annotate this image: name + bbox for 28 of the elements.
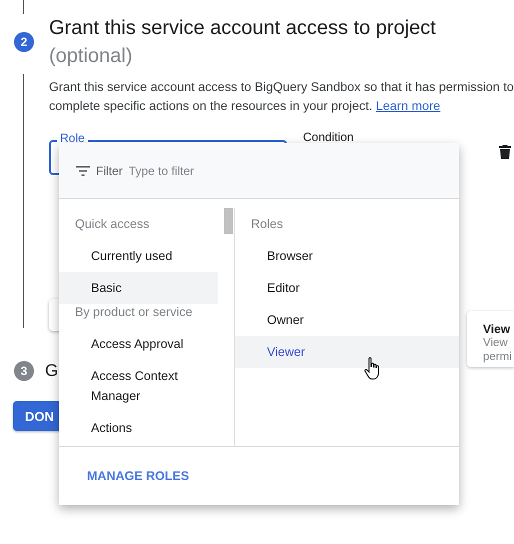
- step-number: 2: [14, 32, 34, 52]
- filter-input[interactable]: Type to filter: [128, 164, 329, 178]
- step-subtitle: (optional): [49, 44, 134, 69]
- role-item[interactable]: Viewer: [235, 336, 459, 368]
- role-item[interactable]: Owner: [235, 304, 459, 336]
- tooltip-title: View: [483, 322, 512, 336]
- step-title: G: [45, 360, 58, 382]
- role-item[interactable]: Browser: [235, 240, 459, 272]
- category-item[interactable]: Basic: [59, 272, 218, 304]
- step-title: Grant this service account access to project: [49, 16, 436, 41]
- tooltip-text: permi: [483, 350, 513, 364]
- category-item[interactable]: Access Approval: [59, 328, 218, 360]
- role-item[interactable]: Editor: [235, 272, 459, 304]
- description-text: Grant this service account access to BigQuery Sandbox so that it has permission to complete specific actions on the resources in your project. Learn more: [49, 79, 514, 115]
- category-item[interactable]: Currently used: [59, 240, 218, 272]
- delete-icon[interactable]: [499, 145, 511, 159]
- filter-label: Filter: [96, 164, 123, 178]
- filter-icon: [76, 166, 90, 176]
- group-heading: By product or service: [74, 304, 194, 320]
- tooltip-text: View: [483, 336, 509, 350]
- manage-roles-button[interactable]: MANAGE ROLES: [87, 469, 190, 483]
- condition-label: Condition: [303, 131, 354, 144]
- step-number: 3: [14, 361, 34, 381]
- roles-heading: Roles: [250, 216, 284, 232]
- hand-cursor-icon: [364, 357, 382, 381]
- learn-more-link[interactable]: Learn more: [376, 99, 440, 113]
- group-heading: Quick access: [74, 216, 150, 232]
- scrollbar-thumb[interactable]: [224, 208, 233, 234]
